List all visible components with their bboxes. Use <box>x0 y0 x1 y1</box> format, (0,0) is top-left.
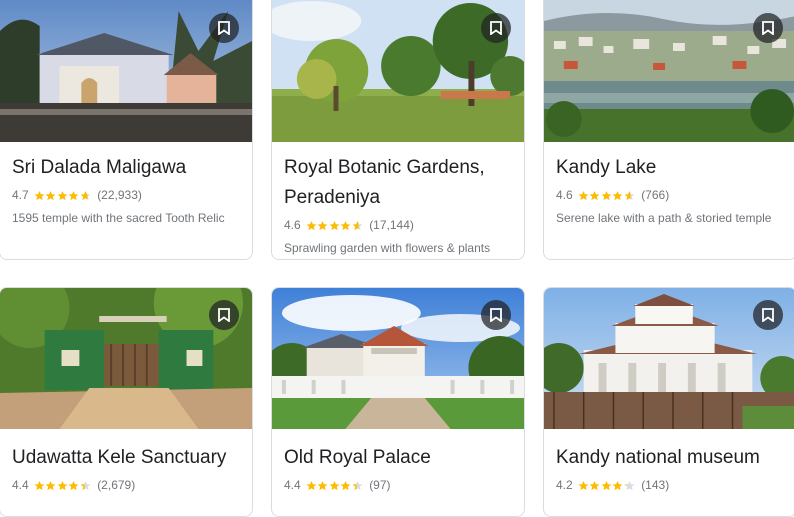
star-full-icon <box>57 190 68 200</box>
save-button[interactable] <box>753 300 783 330</box>
star-full-icon <box>34 190 45 200</box>
rating-row: 4.4 (97) <box>284 477 514 493</box>
place-description: Sprawling garden with flowers & plants <box>284 241 491 255</box>
star-rating <box>578 190 636 201</box>
star-partial-icon <box>352 220 363 230</box>
star-full-icon <box>578 480 589 490</box>
star-full-icon <box>612 480 623 490</box>
place-description: Serene lake with a path & storied temple <box>556 211 772 225</box>
star-full-icon <box>45 480 56 490</box>
star-partial-icon <box>624 190 635 200</box>
review-count: (143) <box>641 478 670 492</box>
star-full-icon <box>45 190 56 200</box>
review-count: (2,679) <box>97 478 136 492</box>
star-partial-icon <box>352 480 363 490</box>
star-full-icon <box>329 220 340 230</box>
star-partial-icon <box>80 480 91 490</box>
star-full-icon <box>34 480 45 490</box>
place-title[interactable]: Kandy national museum <box>556 443 786 473</box>
place-title-line2: Peradeniya <box>284 187 381 208</box>
bookmark-icon <box>490 308 502 322</box>
save-button[interactable] <box>481 13 511 43</box>
star-partial-icon <box>80 190 91 200</box>
star-full-icon <box>306 220 317 230</box>
bookmark-icon <box>762 308 774 322</box>
place-card-udawatta-kele-sanctuary[interactable]: Udawatta Kele Sanctuary 4.4 (2,679) <box>0 287 253 517</box>
star-rating <box>34 480 92 491</box>
save-button[interactable] <box>209 13 239 43</box>
star-full-icon <box>340 480 351 490</box>
rating-value: 4.6 <box>284 218 301 232</box>
rating-row: 4.6 (766) <box>556 187 786 203</box>
place-description: 1595 temple with the sacred Tooth Relic <box>12 211 225 225</box>
place-card-royal-botanic-gardens[interactable]: Royal Botanic Gardens, Peradeniya 4.6 (1… <box>271 0 525 260</box>
star-full-icon <box>317 480 328 490</box>
place-title[interactable]: Sri Dalada Maligawa <box>12 153 242 183</box>
star-full-icon <box>589 480 600 490</box>
place-title[interactable]: Udawatta Kele Sanctuary <box>12 443 242 473</box>
star-full-icon <box>601 190 612 200</box>
star-full-icon <box>612 190 623 200</box>
place-title[interactable]: Kandy Lake <box>556 153 786 183</box>
rating-value: 4.4 <box>284 478 301 492</box>
rating-row: 4.6 (17,144) <box>284 217 514 233</box>
bookmark-icon <box>762 21 774 35</box>
review-count: (22,933) <box>97 188 142 202</box>
star-full-icon <box>340 220 351 230</box>
place-card-kandy-lake[interactable]: Kandy Lake 4.6 (766) Serene lake with a … <box>543 0 794 260</box>
star-full-icon <box>589 190 600 200</box>
star-full-icon <box>68 480 79 490</box>
place-card-old-royal-palace[interactable]: Old Royal Palace 4.4 (97) <box>271 287 525 517</box>
save-button[interactable] <box>753 13 783 43</box>
rating-value: 4.4 <box>12 478 29 492</box>
place-title-line1: Royal Botanic Gardens, <box>284 157 485 178</box>
star-full-icon <box>329 480 340 490</box>
star-rating <box>578 480 636 491</box>
place-title[interactable]: Royal Botanic Gardens, Peradeniya <box>284 153 514 213</box>
star-full-icon <box>68 190 79 200</box>
place-card-sri-dalada-maligawa[interactable]: Sri Dalada Maligawa 4.7 (22,933) 1595 te… <box>0 0 253 260</box>
rating-row: 4.7 (22,933) <box>12 187 242 203</box>
star-full-icon <box>57 480 68 490</box>
rating-row: 4.4 (2,679) <box>12 477 242 493</box>
rating-value: 4.6 <box>556 188 573 202</box>
review-count: (17,144) <box>369 218 414 232</box>
bookmark-icon <box>218 21 230 35</box>
star-rating <box>306 220 364 231</box>
star-full-icon <box>578 190 589 200</box>
star-full-icon <box>306 480 317 490</box>
star-rating <box>34 190 92 201</box>
review-count: (97) <box>369 478 391 492</box>
rating-value: 4.7 <box>12 188 29 202</box>
rating-row: 4.2 (143) <box>556 477 786 493</box>
star-full-icon <box>317 220 328 230</box>
bookmark-icon <box>490 21 502 35</box>
star-full-icon <box>601 480 612 490</box>
bookmark-icon <box>218 308 230 322</box>
save-button[interactable] <box>481 300 511 330</box>
star-partial-icon <box>624 480 635 490</box>
review-count: (766) <box>641 188 670 202</box>
save-button[interactable] <box>209 300 239 330</box>
rating-value: 4.2 <box>556 478 573 492</box>
place-card-kandy-national-museum[interactable]: Kandy national museum 4.2 (143) <box>543 287 794 517</box>
star-rating <box>306 480 364 491</box>
place-title[interactable]: Old Royal Palace <box>284 443 514 473</box>
